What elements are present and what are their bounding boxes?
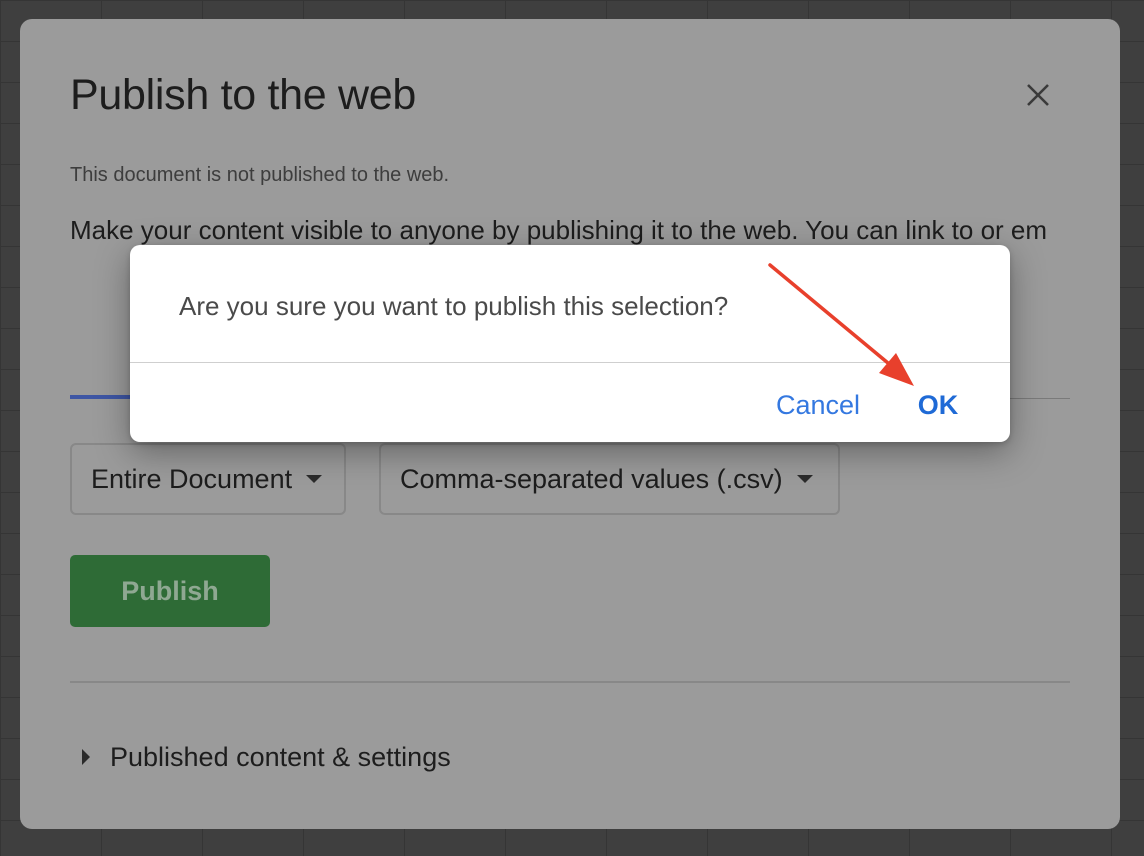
format-select[interactable]: Comma-separated values (.csv) — [379, 443, 840, 515]
published-content-toggle[interactable]: Published content & settings — [82, 737, 451, 777]
confirm-question: Are you sure you want to publish this se… — [179, 291, 729, 321]
ok-button[interactable]: OK — [910, 383, 966, 427]
cancel-button[interactable]: Cancel — [766, 383, 870, 427]
publish-button[interactable]: Publish — [70, 555, 270, 627]
chevron-right-icon — [82, 749, 90, 765]
confirm-publish-modal: Are you sure you want to publish this se… — [130, 245, 1010, 442]
section-divider — [70, 681, 1070, 683]
dialog-title: Publish to the web — [70, 71, 416, 119]
range-select-value: Entire Document — [91, 463, 293, 494]
close-button[interactable] — [1020, 77, 1056, 113]
publish-description: Make your content visible to anyone by p… — [70, 215, 1048, 245]
published-content-label: Published content & settings — [110, 741, 451, 772]
chevron-down-icon — [306, 475, 323, 483]
confirm-divider — [130, 362, 1010, 363]
range-select[interactable]: Entire Document — [70, 443, 346, 515]
format-select-value: Comma-separated values (.csv) — [400, 463, 783, 494]
close-icon — [1027, 84, 1049, 106]
chevron-down-icon — [796, 475, 813, 483]
publish-status-text: This document is not published to the we… — [70, 164, 450, 186]
